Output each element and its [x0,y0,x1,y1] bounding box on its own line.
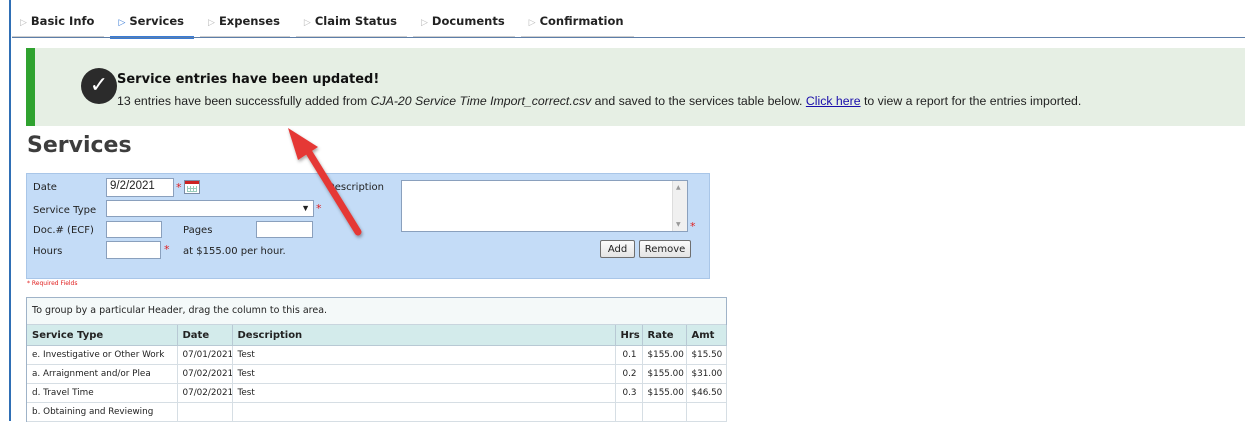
annotation-arrow-icon [288,128,362,236]
